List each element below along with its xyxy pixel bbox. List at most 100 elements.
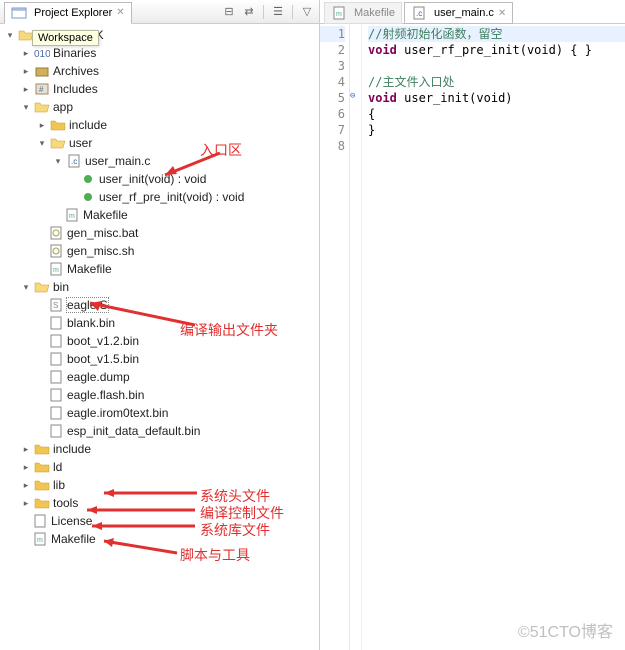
node-label: gen_misc.sh	[67, 244, 134, 258]
project-explorer-icon	[11, 5, 27, 21]
separator	[263, 5, 264, 19]
node-label: Makefile	[83, 208, 128, 222]
project-explorer-tab[interactable]: Project Explorer ✕	[4, 2, 132, 24]
tree-item-app[interactable]: ▾ app	[0, 98, 319, 116]
code-text: (void)	[469, 91, 512, 105]
folder-icon	[34, 441, 50, 457]
tree-item-binaries[interactable]: ▸ 010 Binaries	[0, 44, 319, 62]
close-icon[interactable]: ✕	[116, 7, 124, 18]
tree-item-archives[interactable]: ▸ Archives	[0, 62, 319, 80]
project-explorer-header: Project Explorer ✕ ⊟ ⇄ ☰ ▽	[0, 0, 319, 24]
link-editor-icon[interactable]: ⇄	[241, 4, 257, 20]
tree-item-eagle-s[interactable]: S eagle.S	[0, 296, 319, 314]
tree-item-boot-v15[interactable]: boot_v1.5.bin	[0, 350, 319, 368]
expander-icon[interactable]: ▸	[20, 461, 32, 473]
expander-icon[interactable]: ▾	[20, 101, 32, 113]
archive-icon	[34, 63, 50, 79]
tree-item-user-main-c[interactable]: ▾ .c user_main.c	[0, 152, 319, 170]
code-editor[interactable]: 1 2 3 4 5 6 7 8 ⊖ //射频初始化函数，留空 void user…	[320, 24, 625, 650]
expander-icon[interactable]: ▾	[52, 155, 64, 167]
tree-item-ld[interactable]: ▸ ld	[0, 458, 319, 476]
watermark: ©51CTO博客	[518, 618, 613, 642]
expander-icon[interactable]: ▸	[20, 443, 32, 455]
expander-icon[interactable]: ▸	[20, 83, 32, 95]
code-comment: //射频初始化函数，留空	[368, 27, 502, 41]
node-label: eagle.S	[67, 298, 108, 312]
filter-icon[interactable]: ☰	[270, 4, 286, 20]
node-label: Makefile	[67, 262, 112, 276]
collapse-all-icon[interactable]: ⊟	[221, 4, 237, 20]
includes-icon: #	[34, 81, 50, 97]
expander-icon[interactable]: ▸	[20, 47, 32, 59]
node-label: Archives	[53, 64, 99, 78]
tree-item-eagle-irom[interactable]: eagle.irom0text.bin	[0, 404, 319, 422]
tree-item-app-makefile[interactable]: m Makefile	[0, 206, 319, 224]
file-icon	[48, 405, 64, 421]
line-number: 1	[320, 26, 345, 42]
editor-tab-user-main-c[interactable]: .c user_main.c ✕	[404, 2, 513, 24]
node-label: lib	[53, 478, 65, 492]
folder-open-icon	[34, 279, 50, 295]
expander-icon[interactable]: ▸	[20, 65, 32, 77]
view-menu-icon[interactable]: ▽	[299, 4, 315, 20]
folder-icon	[50, 117, 66, 133]
tree-item-license[interactable]: License	[0, 512, 319, 530]
tree-item-makefile2[interactable]: m Makefile	[0, 260, 319, 278]
folder-icon	[34, 495, 50, 511]
close-icon[interactable]: ✕	[498, 8, 506, 19]
expander-icon[interactable]: ▸	[36, 119, 48, 131]
node-label: boot_v1.5.bin	[67, 352, 139, 366]
expander-icon[interactable]: ▸	[20, 497, 32, 509]
tree-item-eagle-dump[interactable]: eagle.dump	[0, 368, 319, 386]
node-label: user	[69, 136, 92, 150]
expander-icon[interactable]: ▾	[4, 29, 16, 41]
separator	[292, 5, 293, 19]
node-label: eagle.flash.bin	[67, 388, 144, 402]
expander-icon[interactable]: ▾	[20, 281, 32, 293]
expander-icon[interactable]: ▾	[36, 137, 48, 149]
makefile-icon: m	[32, 531, 48, 547]
c-file-icon: .c	[66, 153, 82, 169]
tree-item-gen-misc-bat[interactable]: gen_misc.bat	[0, 224, 319, 242]
editor-tabs: m Makefile .c user_main.c ✕	[320, 0, 625, 24]
node-label: user_init(void) : void	[99, 172, 206, 186]
tree-item-user-rf-pre-init[interactable]: user_rf_pre_init(void) : void	[0, 188, 319, 206]
svg-text:m: m	[53, 267, 59, 274]
editor-tab-makefile[interactable]: m Makefile	[324, 2, 402, 24]
file-icon	[48, 369, 64, 385]
folder-open-icon	[50, 135, 66, 151]
expander-icon[interactable]: ▸	[20, 479, 32, 491]
tree-item-includes[interactable]: ▸ # Includes	[0, 80, 319, 98]
tab-label: Project Explorer	[34, 7, 112, 19]
tree-item-esp-init[interactable]: esp_init_data_default.bin	[0, 422, 319, 440]
node-label: include	[53, 442, 91, 456]
tree-item-lib[interactable]: ▸ lib	[0, 476, 319, 494]
tree-item-blank-bin[interactable]: blank.bin	[0, 314, 319, 332]
line-number: 6	[320, 106, 345, 122]
project-tree: ▾ ONOS_SDK ▸ 010 Binaries ▸ Archives ▸ #…	[0, 24, 319, 650]
tree-item-tools[interactable]: ▸ tools	[0, 494, 319, 512]
tree-item-include[interactable]: ▸ include	[0, 440, 319, 458]
code-comment: //主文件入口处	[368, 75, 454, 89]
file-icon	[48, 315, 64, 331]
file-icon	[48, 351, 64, 367]
file-icon	[32, 513, 48, 529]
tree-item-gen-misc-sh[interactable]: gen_misc.sh	[0, 242, 319, 260]
tree-item-makefile3[interactable]: m Makefile	[0, 530, 319, 548]
svg-text:m: m	[336, 11, 342, 18]
node-label: tools	[53, 496, 78, 510]
tree-item-app-user[interactable]: ▾ user	[0, 134, 319, 152]
tree-item-boot-v12[interactable]: boot_v1.2.bin	[0, 332, 319, 350]
tree-item-user-init[interactable]: user_init(void) : void	[0, 170, 319, 188]
tree-item-bin[interactable]: ▾ bin	[0, 278, 319, 296]
tree-item-eagle-flash[interactable]: eagle.flash.bin	[0, 386, 319, 404]
svg-text:.c: .c	[416, 9, 422, 18]
line-number: 3	[320, 58, 345, 74]
editor-pane: m Makefile .c user_main.c ✕ 1 2 3 4 5 6 …	[320, 0, 625, 650]
line-number: 5	[320, 90, 345, 106]
code-text[interactable]: //射频初始化函数，留空 void user_rf_pre_init(void)…	[362, 24, 625, 650]
makefile-icon: m	[48, 261, 64, 277]
code-keyword: void	[368, 43, 397, 57]
asm-file-icon: S	[48, 297, 64, 313]
tree-item-app-include[interactable]: ▸ include	[0, 116, 319, 134]
